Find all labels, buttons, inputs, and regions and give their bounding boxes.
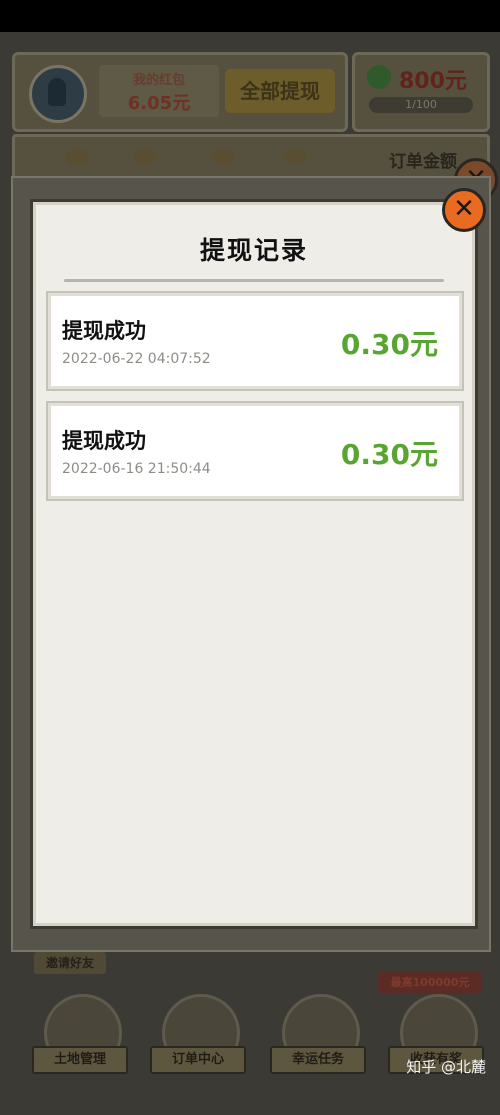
record-time: 2022-06-16 21:50:44: [62, 461, 211, 477]
dialog-title: 提现记录: [199, 236, 308, 265]
record-amount: 0.30元: [340, 438, 438, 471]
vegetable-icon: [133, 149, 157, 165]
nav-label: 订单中心: [150, 1046, 246, 1074]
redpack-title: 我的红包: [132, 73, 185, 88]
watermark: 知乎 @北麓: [406, 1058, 486, 1076]
record-status: 提现成功: [62, 319, 146, 343]
record-status: 提现成功: [62, 429, 146, 453]
withdrawal-record-dialog: 提现记录 提现成功 2022-06-22 04:07:52 0.30元 提现成功…: [11, 176, 491, 952]
nav-order-center[interactable]: 订单中心: [150, 990, 246, 1080]
nav-land-management[interactable]: 土地管理: [32, 990, 128, 1080]
withdraw-all-button[interactable]: 全部提现: [225, 69, 335, 113]
record-amount: 0.30元: [340, 328, 438, 361]
order-strip: 订单金额: [12, 134, 490, 180]
nav-lucky-task[interactable]: 幸运任务: [270, 990, 366, 1080]
list-item: 提现成功 2022-06-22 04:07:52 0.30元: [46, 291, 464, 391]
avatar[interactable]: [29, 65, 87, 123]
vegetable-icon: [283, 149, 307, 165]
wallet-panel: 我的红包 6.05元 全部提现: [12, 52, 348, 132]
cash-amount: 800元: [399, 69, 467, 94]
invite-friends-label[interactable]: 邀请好友: [34, 952, 106, 974]
redpack-box: 我的红包 6.05元: [99, 65, 219, 117]
list-item: 提现成功 2022-06-16 21:50:44 0.30元: [46, 401, 464, 501]
vegetable-icon: [65, 149, 89, 165]
title-divider: [64, 279, 444, 282]
close-button[interactable]: ✕: [442, 188, 486, 232]
cash-panel[interactable]: 800元 1/100: [352, 52, 490, 132]
redpack-amount: 6.05元: [127, 93, 191, 114]
dialog-panel: 提现记录 提现成功 2022-06-22 04:07:52 0.30元 提现成功…: [33, 202, 475, 926]
record-time: 2022-06-22 04:07:52: [62, 351, 211, 367]
cash-progress: 1/100: [369, 97, 473, 113]
vegetable-icon: [211, 149, 235, 165]
wechat-icon: [367, 65, 391, 89]
nav-label: 土地管理: [32, 1046, 128, 1074]
order-amount-label: 订单金额: [389, 152, 457, 172]
nav-label: 幸运任务: [270, 1046, 366, 1074]
